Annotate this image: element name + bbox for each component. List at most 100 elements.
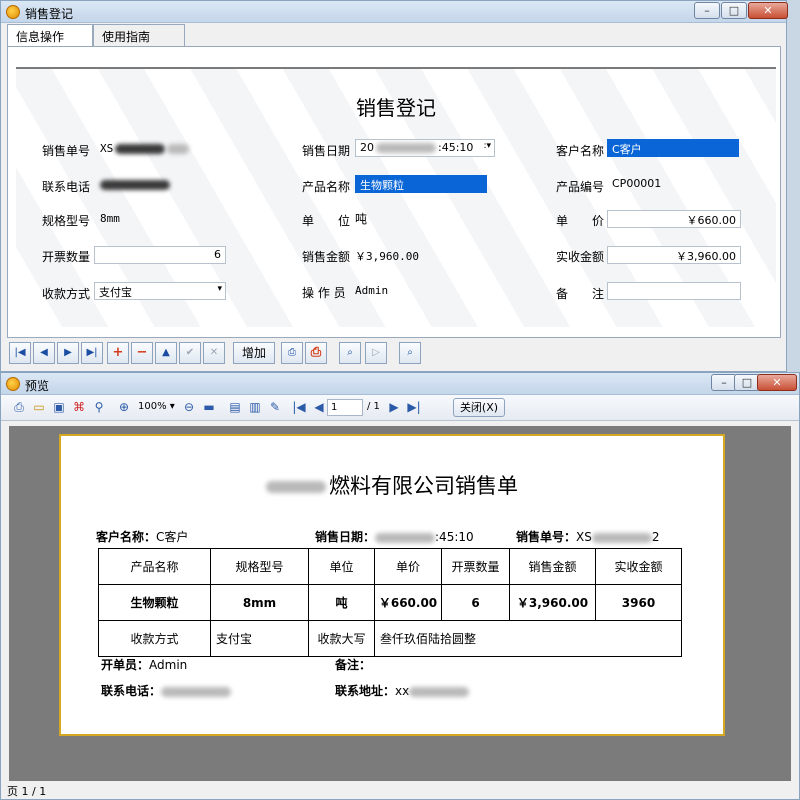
chevron-down-icon[interactable]: :▾ [483, 141, 491, 151]
table-header: 单价 [374, 548, 442, 585]
phone-label: 联系电话 [42, 180, 91, 194]
find-icon[interactable]: ⚲ [91, 399, 107, 415]
spec-label: 规格型号 [42, 214, 91, 228]
table-cell: 叁仟玖佰陆拾圆整 [374, 620, 682, 657]
doc-phone: 联系电话： [101, 682, 232, 699]
operator-label: 操 作 员 [302, 286, 346, 300]
received-label: 实收金额 [556, 250, 605, 264]
price-label: 单 价 [556, 214, 605, 228]
table-cell: 生物颗粒 [98, 584, 211, 621]
payment-label: 收款方式 [42, 287, 91, 301]
doc-order-no: 销售单号：XS 2 [516, 530, 660, 544]
preview-canvas: 燃料有限公司销售单 客户名称：C客户 销售日期：:45:10 销售单号：XS 2 … [9, 426, 791, 781]
tab-panel: 销售登记 销售单号 XS 销售日期 20:45:10 :▾ 客户名称 C客户 联… [7, 46, 781, 338]
print-export-icon[interactable]: ⎙ [305, 342, 327, 364]
prev-page-icon[interactable]: ◀ [311, 399, 327, 415]
product-code-label: 产品编号 [556, 180, 605, 194]
qty-label: 开票数量 [42, 250, 91, 264]
qty-input[interactable]: 6 [94, 246, 226, 264]
product-name-label: 产品名称 [302, 180, 351, 194]
close-button[interactable]: ✕ [757, 374, 797, 391]
cancel-icon[interactable]: ✕ [203, 342, 225, 364]
next-record-icon[interactable]: ▶ [57, 342, 79, 364]
customer-input[interactable]: C客户 [607, 139, 739, 157]
close-button[interactable]: ✕ [748, 2, 788, 19]
table-cell: 3960 [595, 584, 682, 621]
table-cell: 支付宝 [210, 620, 309, 657]
table-header: 开票数量 [441, 548, 510, 585]
chevron-down-icon[interactable]: ▾ [217, 284, 222, 294]
play-icon[interactable]: ▷ [365, 342, 387, 364]
received-input[interactable]: ￥3,960.00 [607, 246, 741, 264]
tab-user-guide[interactable]: 使用指南 [93, 24, 185, 46]
amount-value: ￥3,960.00 [355, 250, 419, 263]
sale-date-picker[interactable]: 20:45:10 :▾ [355, 139, 495, 157]
minimize-button[interactable]: – [694, 2, 720, 19]
order-no-value: XS [100, 142, 190, 155]
sale-date-label: 销售日期 [302, 144, 351, 158]
zoom-in-icon[interactable]: ⊕ [116, 399, 132, 415]
doc-remark: 备注： [335, 658, 372, 672]
operator-value: Admin [355, 284, 389, 297]
table-cell: ￥3,960.00 [509, 584, 596, 621]
window-title: 销售登记 [25, 7, 74, 21]
table-cell: 8mm [210, 584, 309, 621]
amount-label: 销售金额 [302, 250, 351, 264]
search-icon[interactable]: ⌕ [399, 342, 421, 364]
remark-input[interactable] [607, 282, 741, 300]
edit-page-icon[interactable]: ✎ [267, 399, 283, 415]
spec-value: 8mm [100, 212, 120, 225]
doc-issuer: 开单员：Admin [101, 658, 188, 672]
payment-select[interactable]: 支付宝 ▾ [94, 282, 226, 300]
doc-address: 联系地址：xx [335, 682, 470, 699]
next-page-icon[interactable]: ▶ [386, 399, 402, 415]
price-input[interactable]: ￥660.00 [607, 210, 741, 228]
zoom-select[interactable]: 100% ▾ [135, 399, 175, 416]
print-icon[interactable]: ⎙ [11, 399, 27, 415]
page-setup-icon[interactable]: ▤ [227, 399, 243, 415]
table-cell: 吨 [308, 584, 375, 621]
print-icon[interactable]: ⎙ [281, 342, 303, 364]
preview-icon[interactable]: ⌕ [339, 342, 361, 364]
table-cell: 6 [441, 584, 510, 621]
add-button[interactable]: 增加 [233, 342, 275, 364]
form-title: 销售登记 [356, 96, 436, 120]
pdf-icon[interactable]: ⌘ [71, 399, 87, 415]
app-icon [6, 377, 20, 391]
table-header-row: 产品名称 规格型号 单位 单价 开票数量 销售金额 实收金额 [98, 548, 682, 585]
last-record-icon[interactable]: ▶| [81, 342, 103, 364]
preview-toolbar: ⎙ ▭ ▣ ⌘ ⚲ ⊕ 100% ▾ ⊖ ▬ ▤ ▥ ✎ |◀ ◀ 1 / 1 … [1, 395, 799, 421]
tab-info-operation[interactable]: 信息操作 [7, 24, 93, 47]
insert-icon[interactable]: + [107, 342, 129, 364]
doc-customer: 客户名称：C客户 [96, 530, 189, 544]
layout-icon[interactable]: ▥ [247, 399, 263, 415]
unit-value: 吨 [355, 212, 368, 226]
status-bar: 页 1 / 1 [1, 781, 799, 799]
page-number-input[interactable]: 1 [327, 399, 363, 416]
customer-label: 客户名称 [556, 144, 605, 158]
delete-icon[interactable]: − [131, 342, 153, 364]
table-cell: 收款大写 [308, 620, 375, 657]
table-header: 实收金额 [595, 548, 682, 585]
close-preview-button[interactable]: 关闭(X) [453, 398, 505, 417]
order-no-label: 销售单号 [42, 144, 91, 158]
title-bar: 预览 – □ ✕ [1, 373, 799, 395]
edit-icon[interactable]: ▲ [155, 342, 177, 364]
post-icon[interactable]: ✔ [179, 342, 201, 364]
document-title: 燃料有限公司销售单 [61, 470, 723, 500]
remark-label: 备 注 [556, 287, 605, 301]
save-icon[interactable]: ▣ [51, 399, 67, 415]
last-page-icon[interactable]: ▶| [406, 399, 422, 415]
fit-page-icon[interactable]: ▬ [201, 399, 217, 415]
maximize-button[interactable]: □ [721, 2, 747, 19]
preview-window: 预览 – □ ✕ ⎙ ▭ ▣ ⌘ ⚲ ⊕ 100% ▾ ⊖ ▬ ▤ ▥ ✎ |◀… [0, 372, 800, 800]
prev-record-icon[interactable]: ◀ [33, 342, 55, 364]
window-title: 预览 [25, 379, 50, 393]
open-folder-icon[interactable]: ▭ [31, 399, 47, 415]
product-name-input[interactable]: 生物颗粒 [355, 175, 487, 193]
first-record-icon[interactable]: |◀ [9, 342, 31, 364]
sales-form: 销售登记 销售单号 XS 销售日期 20:45:10 :▾ 客户名称 C客户 联… [16, 67, 776, 327]
doc-sale-date: 销售日期：:45:10 [315, 530, 474, 544]
zoom-out-icon[interactable]: ⊖ [181, 399, 197, 415]
first-page-icon[interactable]: |◀ [291, 399, 307, 415]
